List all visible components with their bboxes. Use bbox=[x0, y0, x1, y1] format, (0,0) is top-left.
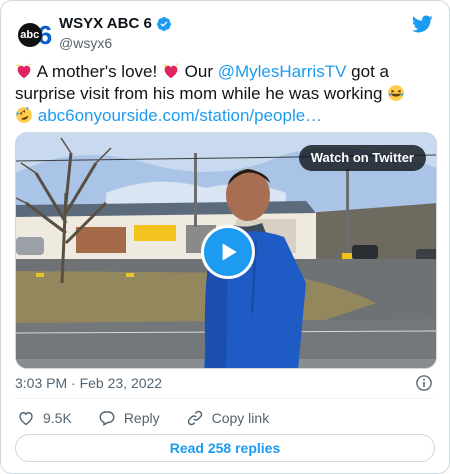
sparkling-heart-icon bbox=[16, 62, 32, 79]
copy-link-button[interactable]: Copy link bbox=[186, 409, 270, 427]
info-icon[interactable] bbox=[415, 374, 433, 392]
play-icon bbox=[222, 243, 237, 261]
author-handle[interactable]: @wsyx6 bbox=[59, 34, 172, 52]
divider bbox=[15, 398, 435, 399]
sparkling-heart-icon bbox=[162, 62, 179, 79]
author-info: WSYX ABC 6 @wsyx6 bbox=[59, 14, 172, 52]
avatar[interactable]: abc 6 bbox=[15, 15, 55, 55]
tweet-timestamp[interactable]: 3:03 PM · Feb 23, 2022 bbox=[15, 375, 162, 391]
twitter-bird-icon[interactable] bbox=[411, 13, 433, 35]
tweet-header: abc 6 WSYX ABC 6 @wsyx6 bbox=[15, 13, 435, 55]
reply-bubble-icon bbox=[99, 411, 115, 427]
action-bar: 9.5K Reply Copy link bbox=[17, 407, 295, 429]
mention-link[interactable]: @MylesHarrisTV bbox=[218, 62, 347, 81]
copy-link-label: Copy link bbox=[211, 410, 270, 426]
tweet-text-part1: A mother's love! bbox=[33, 62, 162, 81]
author-name-row[interactable]: WSYX ABC 6 bbox=[59, 14, 172, 33]
laughing-face-icon bbox=[388, 85, 405, 101]
avatar-abc-logo: abc bbox=[17, 23, 42, 47]
tweet-text: A mother's love! Our @MylesHarrisTV got … bbox=[15, 61, 439, 127]
like-button[interactable]: 9.5K bbox=[17, 409, 72, 427]
reply-button[interactable]: Reply bbox=[98, 409, 160, 427]
tweet-card: abc 6 WSYX ABC 6 @wsyx6 A mother's love! bbox=[0, 0, 450, 474]
author-display-name[interactable]: WSYX ABC 6 bbox=[59, 14, 152, 33]
reply-label: Reply bbox=[123, 410, 160, 426]
rolling-on-floor-laughing-icon bbox=[16, 107, 32, 123]
watch-on-twitter-button[interactable]: Watch on Twitter bbox=[298, 145, 426, 171]
video-thumbnail[interactable]: Watch on Twitter bbox=[15, 132, 437, 369]
play-button[interactable] bbox=[201, 225, 255, 279]
link-icon bbox=[187, 410, 202, 426]
like-count: 9.5K bbox=[43, 410, 72, 426]
read-replies-button[interactable]: Read 258 replies bbox=[15, 434, 435, 462]
article-link[interactable]: abc6onyourside.com/station/people… bbox=[38, 106, 322, 125]
heart-icon bbox=[19, 412, 33, 426]
tweet-text-part2: Our bbox=[179, 62, 218, 81]
verified-badge-icon bbox=[156, 16, 171, 31]
